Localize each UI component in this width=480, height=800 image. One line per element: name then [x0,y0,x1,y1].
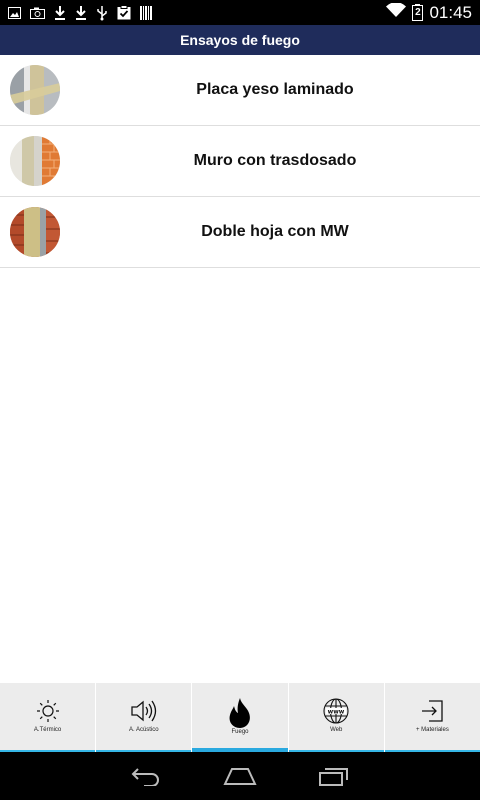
list-item[interactable]: Muro con trasdosado [0,126,480,197]
wifi-icon [386,1,407,23]
bottom-tab-bar: A.Térmico A. Acústico Fuego www Web + Ma… [0,683,480,752]
list-item-label: Muro con trasdosado [193,152,357,169]
double-leaf-wall-thumbnail [10,207,60,257]
brick-wall-lining-thumbnail [10,136,60,186]
globe-www-icon: www [323,697,349,725]
battery-icon: 2 [412,4,424,21]
system-nav-bar [0,752,480,800]
back-button[interactable] [130,766,162,786]
tab-label: A. Acústico [128,727,159,733]
recent-apps-button[interactable] [318,766,350,786]
download-icon [75,5,87,21]
battery-level: 2 [415,7,421,18]
clipboard-check-icon [117,5,131,20]
list-item-label: Placa yeso laminado [196,81,354,98]
list-item[interactable]: Doble hoja con MW [0,197,480,268]
tab-label: Web [330,727,343,733]
usb-icon [96,5,108,21]
page-title: Ensayos de fuego [180,32,300,48]
tab-termico[interactable]: A.Térmico [0,683,97,752]
svg-text:www: www [328,709,345,716]
tab-label: + Materiales [415,727,449,733]
tab-fuego[interactable]: Fuego [192,683,289,752]
drywall-thumbnail [10,65,60,115]
test-list: Placa yeso laminado Muro con trasdosado [0,55,480,268]
list-item-label: Doble hoja con MW [201,223,349,240]
image-icon [8,6,21,19]
camera-icon [30,7,45,19]
sun-icon [36,697,60,725]
tab-label: A.Térmico [33,727,62,733]
header-bar: Ensayos de fuego [0,25,480,55]
barcode-icon [140,5,152,20]
list-item[interactable]: Placa yeso laminado [0,55,480,126]
status-bar: 2 01:45 [0,0,480,25]
fire-icon [227,698,253,728]
speaker-icon [130,697,158,725]
notification-icons [8,5,152,21]
tab-web[interactable]: www Web [288,683,385,752]
tab-materiales[interactable]: + Materiales [384,683,480,752]
download-icon [54,5,66,21]
tab-acustico[interactable]: A. Acústico [96,683,193,752]
status-clock: 01:45 [429,2,472,22]
home-button[interactable] [223,766,257,786]
tab-label: Fuego [231,729,249,735]
enter-icon [419,697,445,725]
